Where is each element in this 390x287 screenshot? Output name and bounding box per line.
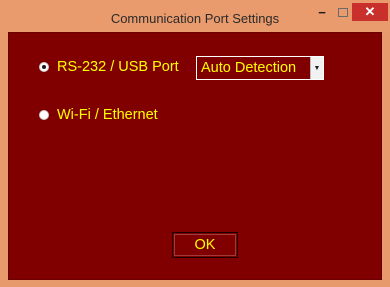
settings-window: Communication Port Settings − ✕ RS-232 /… bbox=[0, 0, 390, 287]
close-button[interactable]: ✕ bbox=[352, 3, 388, 21]
port-select-value: Auto Detection bbox=[201, 60, 297, 76]
rs232-label: RS-232 / USB Port bbox=[57, 59, 179, 75]
dialog-client-area: RS-232 / USB Port Auto Detection ▼ Wi-Fi… bbox=[8, 32, 382, 280]
title-bar[interactable]: Communication Port Settings − ✕ bbox=[0, 0, 390, 32]
wifi-radio-button[interactable] bbox=[39, 110, 49, 120]
maximize-icon bbox=[338, 7, 348, 17]
ok-button[interactable]: OK bbox=[172, 232, 238, 258]
wifi-ethernet-option[interactable]: Wi-Fi / Ethernet bbox=[39, 107, 158, 123]
maximize-button[interactable] bbox=[334, 3, 352, 21]
wifi-label: Wi-Fi / Ethernet bbox=[57, 107, 158, 123]
port-select[interactable]: Auto Detection ▼ bbox=[196, 56, 324, 80]
rs232-usb-option[interactable]: RS-232 / USB Port bbox=[39, 59, 179, 75]
minimize-button[interactable]: − bbox=[309, 3, 335, 21]
rs232-radio-button[interactable] bbox=[39, 62, 49, 72]
chevron-down-icon[interactable]: ▼ bbox=[310, 57, 323, 79]
